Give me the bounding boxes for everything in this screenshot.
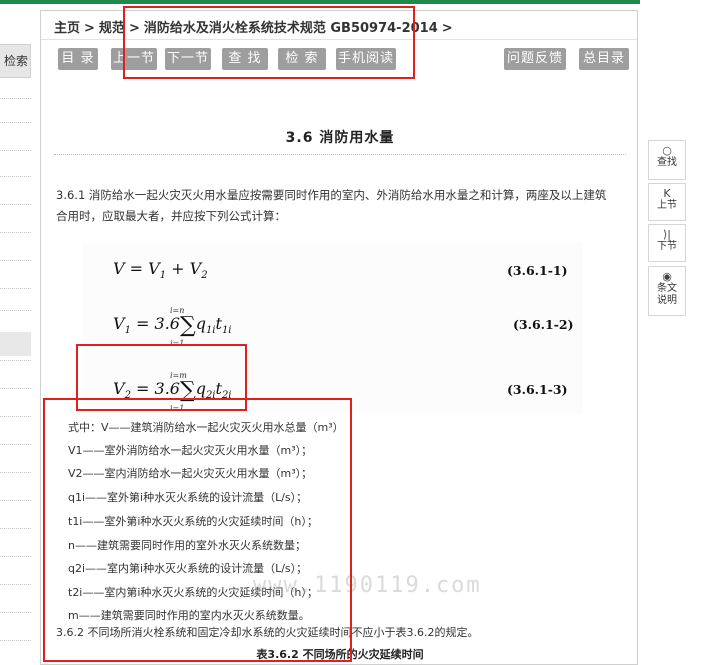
next-section-icon: ⟩| (663, 228, 671, 241)
float-explain-button[interactable]: ◉ 条文说明 (648, 266, 686, 316)
breadcrumb-separator: > (441, 21, 453, 36)
sidebar-divider (0, 232, 31, 233)
sidebar-divider (0, 122, 31, 123)
sidebar-divider (0, 416, 31, 417)
sidebar-divider (0, 388, 31, 389)
formula-2-upper-limit: i=n (170, 306, 185, 315)
section-title: 3.6 消防用水量 (285, 130, 395, 146)
top-accent-strip (0, 0, 640, 4)
eye-icon: ◉ (662, 270, 672, 283)
sidebar-divider (0, 640, 31, 641)
sidebar-divider (0, 204, 31, 205)
sidebar-divider (0, 444, 31, 445)
sidebar-divider (0, 176, 31, 177)
sidebar-divider (0, 528, 31, 529)
search-icon: ○ (662, 144, 672, 157)
sidebar-divider (0, 500, 31, 501)
float-prev-button[interactable]: K 上节 (648, 183, 686, 221)
prev-section-icon: K (663, 187, 671, 200)
sidebar-divider (0, 288, 31, 289)
float-next-button[interactable]: ⟩| 下节 (648, 224, 686, 262)
sidebar-divider (0, 310, 31, 311)
section-divider (54, 154, 626, 155)
float-find-label: 查找 (657, 157, 677, 168)
sidebar-divider (0, 612, 31, 613)
formula-2-number: (3.6.1-2) (513, 317, 574, 332)
float-next-label: 下节 (657, 241, 677, 252)
breadcrumb-spec-link[interactable]: 规范 (99, 21, 125, 36)
sidebar-divider (0, 150, 31, 151)
formula-1-number: (3.6.1-1) (507, 263, 568, 278)
annotation-box-breadcrumb (123, 6, 415, 79)
sidebar-divider (0, 472, 31, 473)
annotation-box-definitions (43, 398, 352, 662)
float-prev-label: 上节 (657, 200, 677, 211)
clause-3-6-1: 3.6.1 消防给水一起火灾灭火用水量应按需要同时作用的室内、外消防给水用水量之… (56, 188, 607, 223)
float-find-button[interactable]: ○ 查找 (648, 140, 686, 180)
formula-3-number: (3.6.1-3) (507, 382, 568, 397)
sidebar-divider (0, 556, 31, 557)
sidebar-divider (0, 260, 31, 261)
sidebar-divider (0, 584, 31, 585)
sidebar-divider (0, 98, 31, 99)
breadcrumb-separator: > (84, 21, 95, 36)
feedback-button[interactable]: 问题反馈 (504, 48, 566, 70)
sidebar-divider (0, 360, 31, 361)
toc-button[interactable]: 目 录 (58, 48, 98, 70)
master-toc-button[interactable]: 总目录 (579, 48, 629, 70)
float-explain-label: 条文说明 (657, 283, 677, 306)
sidebar-search-button[interactable]: 检索 (0, 44, 31, 78)
formula-1: V = V1 + V2 (113, 259, 208, 282)
breadcrumb-home-link[interactable]: 主页 (54, 21, 80, 36)
sidebar-active-item[interactable] (0, 332, 31, 356)
left-sidebar: 检索 (0, 10, 32, 665)
formula-2: V1 = 3.6∑q1it1i (113, 313, 232, 338)
